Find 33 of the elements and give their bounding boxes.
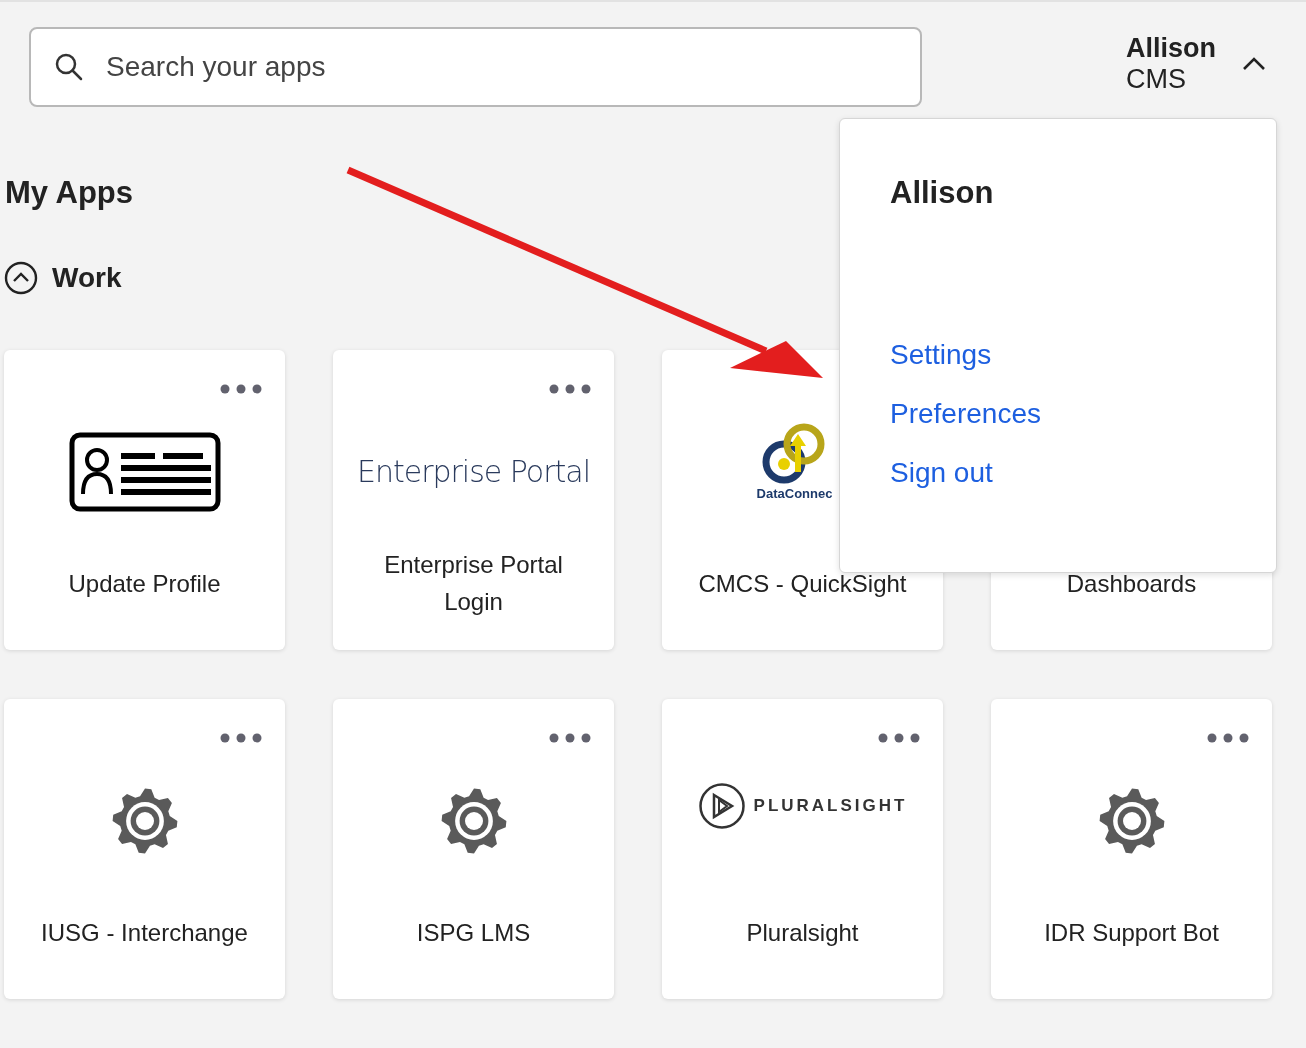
id-card-icon: [68, 431, 221, 512]
more-icon[interactable]: [220, 384, 262, 394]
app-title: Pluralsight: [745, 917, 860, 948]
app-card[interactable]: PLURALSIGHT Pluralsight: [662, 699, 943, 999]
app-title: CMCS - QuickSight: [697, 568, 908, 599]
more-icon[interactable]: [549, 733, 591, 743]
loop-logo-icon: [762, 422, 827, 486]
more-icon[interactable]: [220, 733, 262, 743]
logo-text: PLURALSIGHT: [753, 795, 908, 816]
search-field[interactable]: Search your apps: [29, 27, 922, 107]
app-title: IDR Support Bot: [1043, 917, 1220, 948]
app-card[interactable]: IDR Support Bot: [991, 699, 1272, 999]
logo-text: DataConnec: [756, 486, 833, 501]
app-title: Update Profile: [67, 568, 222, 599]
logo-text: Enterprise Portal: [356, 454, 591, 489]
more-icon[interactable]: [878, 733, 920, 743]
app-title: Dashboards: [1065, 568, 1198, 599]
dropdown-heading: Allison: [890, 175, 995, 211]
app-card[interactable]: IUSG - Interchange: [4, 699, 285, 999]
app-title: Enterprise Portal Login: [383, 550, 564, 617]
app-title: ISPG LMS: [415, 917, 532, 948]
collapse-icon: [4, 261, 38, 295]
section-toggle[interactable]: Work: [4, 261, 122, 295]
app-card[interactable]: ISPG LMS: [333, 699, 614, 999]
app-card[interactable]: Update Profile: [4, 350, 285, 650]
play-circle-icon: [697, 781, 746, 830]
app-title: IUSG - Interchange: [40, 917, 249, 948]
app-card[interactable]: Enterprise Portal Enterprise Portal Login: [333, 350, 614, 650]
more-icon[interactable]: [549, 384, 591, 394]
user-menu-button[interactable]: Allison CMS: [1126, 33, 1266, 95]
chevron-icon: [1242, 57, 1266, 71]
page-heading: My Apps: [5, 175, 134, 211]
more-icon[interactable]: [1207, 733, 1249, 743]
